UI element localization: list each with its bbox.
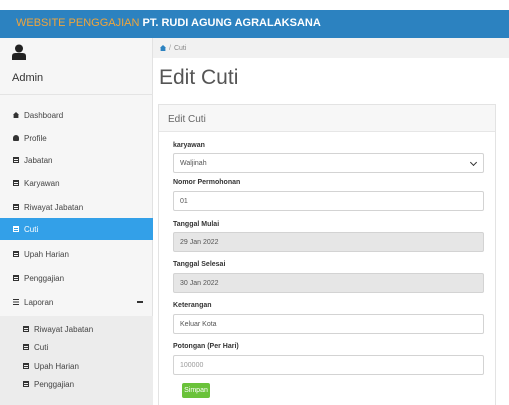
sidebar-item-label: Dashboard: [24, 110, 64, 120]
minus-icon[interactable]: [137, 301, 143, 303]
sidebar-item-label: Cuti: [24, 224, 39, 234]
table-icon: [23, 381, 29, 387]
edit-form-panel: Edit Cuti karyawan Waljinah Nomor Permoh…: [158, 104, 496, 405]
keterangan-field[interactable]: Keluar Kota: [173, 314, 484, 334]
table-icon: [13, 157, 19, 163]
sidebar-item-karyawan[interactable]: Karyawan: [0, 172, 153, 194]
sidebar-item-laporan[interactable]: Laporan: [0, 291, 153, 313]
tanggal-selesai-label: Tanggal Selesai: [173, 261, 226, 268]
save-button[interactable]: Simpan: [182, 383, 210, 398]
sidebar-item-label: Laporan: [24, 297, 54, 307]
sidebar-item-label: Profile: [24, 133, 47, 143]
submenu-item-riwayat-jabatan[interactable]: Riwayat Jabatan: [0, 320, 153, 338]
laporan-submenu: Riwayat Jabatan Cuti Upah Harian Penggaj…: [0, 316, 153, 405]
sidebar-item-profile[interactable]: Profile: [0, 127, 153, 149]
panel-header: Edit Cuti: [159, 105, 495, 132]
sidebar-item-dashboard[interactable]: Dashboard: [0, 104, 153, 126]
sidebar-item-label: Jabatan: [24, 155, 53, 165]
karyawan-select[interactable]: Waljinah: [173, 153, 484, 173]
top-header: WEBSITE PENGGAJIAN PT. RUDI AGUNG AGRALA…: [0, 10, 509, 38]
potongan-label: Potongan (Per Hari): [173, 343, 239, 350]
keterangan-value: Keluar Kota: [180, 320, 217, 328]
keterangan-label: Keterangan: [173, 302, 212, 309]
user-avatar-icon: [12, 44, 26, 60]
potongan-placeholder: 100000: [180, 361, 204, 369]
sidebar: Admin Dashboard Profile Jabatan Karyawan…: [0, 38, 153, 405]
karyawan-label: karyawan: [173, 142, 205, 149]
user-name: Admin: [12, 72, 44, 84]
submenu-item-label: Riwayat Jabatan: [34, 324, 94, 334]
tanggal-selesai-field[interactable]: 30 Jan 2022: [173, 273, 484, 293]
sidebar-item-cuti[interactable]: Cuti: [0, 218, 153, 240]
home-icon: [13, 112, 19, 118]
breadcrumb: / Cuti: [153, 38, 509, 58]
table-icon: [23, 344, 29, 350]
sidebar-item-label: Penggajian: [24, 273, 65, 283]
site-title-part2: PT. RUDI AGUNG AGRALAKSANA: [142, 17, 321, 29]
submenu-item-cuti[interactable]: Cuti: [0, 338, 153, 356]
table-icon: [13, 204, 19, 210]
sidebar-item-riwayat-jabatan[interactable]: Riwayat Jabatan: [0, 196, 153, 218]
tanggal-mulai-value: 29 Jan 2022: [180, 238, 219, 246]
submenu-item-penggajian[interactable]: Penggajian: [0, 375, 153, 393]
site-title: WEBSITE PENGGAJIAN PT. RUDI AGUNG AGRALA…: [16, 17, 321, 29]
list-icon: [13, 299, 19, 305]
nomor-permohonan-label: Nomor Permohonan: [173, 179, 241, 186]
table-icon: [23, 326, 29, 332]
tanggal-mulai-field[interactable]: 29 Jan 2022: [173, 232, 484, 252]
breadcrumb-separator: /: [169, 44, 171, 52]
user-icon: [13, 135, 19, 141]
sidebar-item-label: Karyawan: [24, 178, 60, 188]
panel-title: Edit Cuti: [168, 114, 206, 125]
karyawan-select-value: Waljinah: [180, 159, 207, 167]
sidebar-item-jabatan[interactable]: Jabatan: [0, 149, 153, 171]
home-icon[interactable]: [160, 45, 166, 51]
chevron-down-icon: [469, 158, 478, 167]
submenu-item-label: Penggajian: [34, 379, 75, 389]
submenu-item-upah-harian[interactable]: Upah Harian: [0, 357, 153, 375]
table-icon: [13, 275, 19, 281]
divider: [0, 94, 153, 95]
sidebar-item-upah-harian[interactable]: Upah Harian: [0, 243, 153, 265]
page-title: Edit Cuti: [159, 66, 239, 89]
nomor-permohonan-field[interactable]: 01: [173, 191, 484, 211]
site-title-part1: WEBSITE PENGGAJIAN: [16, 17, 140, 29]
table-icon: [13, 180, 19, 186]
submenu-item-label: Upah Harian: [34, 361, 79, 371]
table-icon: [13, 251, 19, 257]
nomor-permohonan-value: 01: [180, 197, 188, 205]
sidebar-item-penggajian[interactable]: Penggajian: [0, 267, 153, 289]
table-icon: [23, 363, 29, 369]
table-icon: [13, 226, 19, 232]
sidebar-item-label: Upah Harian: [24, 249, 69, 259]
tanggal-selesai-value: 30 Jan 2022: [180, 279, 219, 287]
tanggal-mulai-label: Tanggal Mulai: [173, 221, 220, 228]
sidebar-item-label: Riwayat Jabatan: [24, 202, 84, 212]
breadcrumb-current: Cuti: [173, 44, 187, 52]
potongan-field[interactable]: 100000: [173, 355, 484, 375]
submenu-item-label: Cuti: [34, 342, 49, 352]
